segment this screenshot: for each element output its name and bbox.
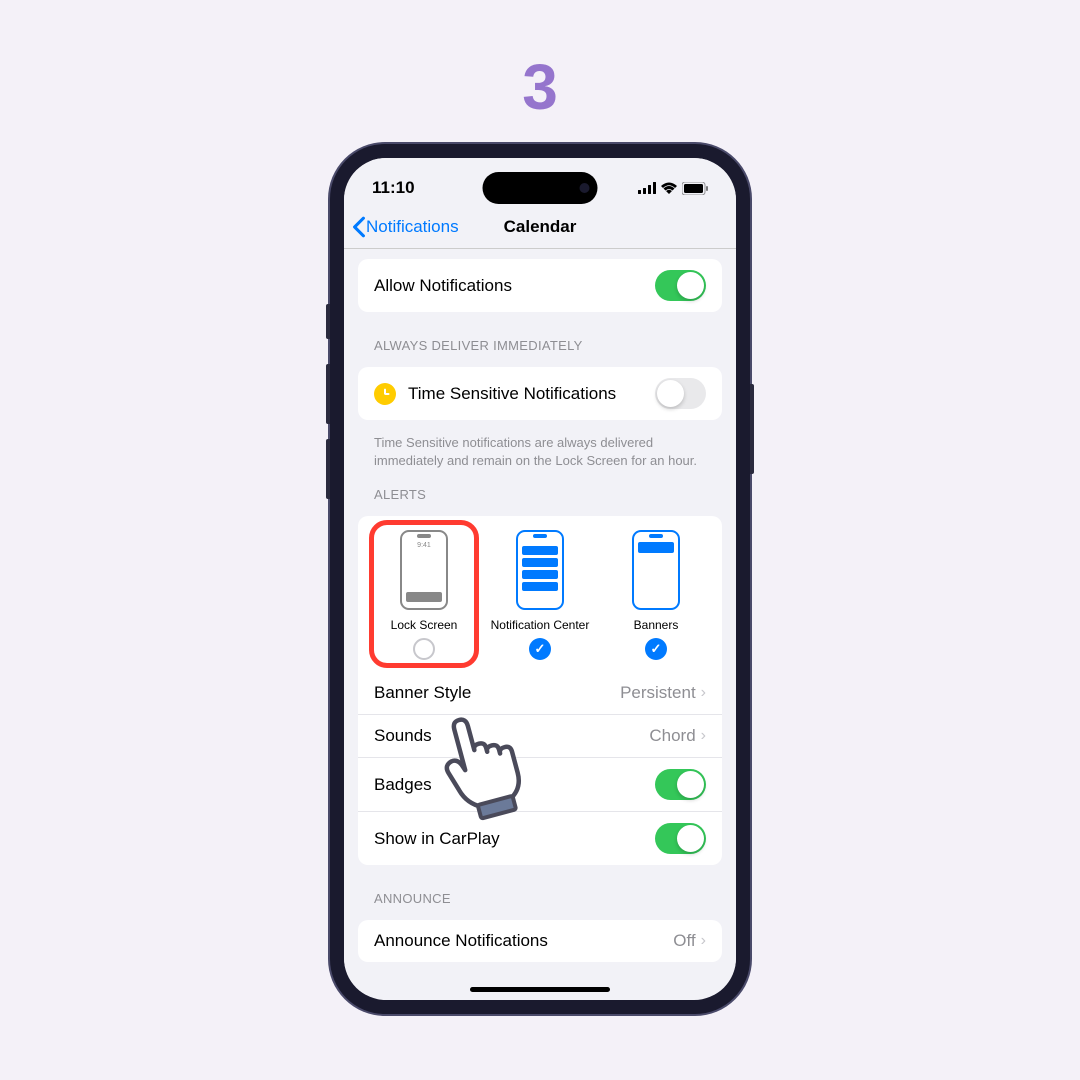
badges-label: Badges (374, 775, 432, 795)
alerts-header: ALERTS (344, 469, 736, 508)
banner-style-label: Banner Style (374, 683, 471, 703)
sounds-row[interactable]: Sounds Chord › (358, 715, 722, 758)
banner-style-row[interactable]: Banner Style Persistent › (358, 672, 722, 715)
chevron-left-icon (352, 216, 366, 238)
step-number: 3 (522, 50, 558, 124)
home-indicator[interactable] (470, 987, 610, 992)
sounds-label: Sounds (374, 726, 432, 746)
back-label: Notifications (366, 217, 459, 237)
time-sensitive-toggle[interactable] (655, 378, 706, 409)
announce-value: Off (673, 931, 695, 951)
notification-center-label: Notification Center (491, 618, 590, 632)
allow-notifications-row[interactable]: Allow Notifications (358, 259, 722, 312)
cellular-icon (638, 182, 656, 194)
time-sensitive-header: ALWAYS DELIVER IMMEDIATELY (344, 320, 736, 359)
phone-power-button (750, 384, 754, 474)
announce-section: Announce Notifications Off › (358, 920, 722, 962)
banner-style-value: Persistent (620, 683, 696, 703)
announce-notifications-row[interactable]: Announce Notifications Off › (358, 920, 722, 962)
banners-checkbox[interactable]: ✓ (645, 638, 667, 660)
allow-notifications-label: Allow Notifications (374, 276, 512, 296)
phone-volume-up (326, 364, 330, 424)
chevron-right-icon: › (701, 727, 706, 745)
nav-bar: Notifications Calendar (344, 208, 736, 249)
time-sensitive-section: Time Sensitive Notifications (358, 367, 722, 420)
check-icon: ✓ (651, 641, 662, 657)
phone-frame: 11:10 (330, 144, 750, 1014)
alerts-row: 9:41 Lock Screen (358, 516, 722, 672)
notification-center-checkbox[interactable]: ✓ (529, 638, 551, 660)
sounds-value: Chord (649, 726, 695, 746)
time-sensitive-label: Time Sensitive Notifications (408, 384, 616, 404)
time-sensitive-row[interactable]: Time Sensitive Notifications (358, 367, 722, 420)
allow-notifications-section: Allow Notifications (358, 259, 722, 312)
chevron-right-icon: › (701, 684, 706, 702)
lock-screen-preview-icon: 9:41 (400, 530, 448, 610)
alert-banners[interactable]: Banners ✓ (599, 530, 714, 660)
notification-center-preview-icon (516, 530, 564, 610)
banners-label: Banners (634, 618, 679, 632)
phone-silent-switch (326, 304, 330, 339)
settings-content[interactable]: Allow Notifications ALWAYS DELIVER IMMED… (344, 249, 736, 995)
battery-icon (682, 182, 708, 195)
back-button[interactable]: Notifications (352, 216, 459, 238)
phone-volume-down (326, 439, 330, 499)
announce-header: ANNOUNCE (344, 873, 736, 912)
alerts-section: 9:41 Lock Screen (358, 516, 722, 865)
carplay-label: Show in CarPlay (374, 829, 500, 849)
badges-toggle[interactable] (655, 769, 706, 800)
status-time: 11:10 (372, 178, 415, 198)
wifi-icon (661, 182, 677, 194)
banners-preview-icon (632, 530, 680, 610)
clock-icon (374, 383, 396, 405)
announce-label: Announce Notifications (374, 931, 548, 951)
alert-notification-center[interactable]: Notification Center ✓ (483, 530, 598, 660)
phone-screen: 11:10 (344, 158, 736, 1000)
status-icons (638, 182, 708, 195)
check-icon: ✓ (535, 641, 546, 657)
chevron-right-icon: › (701, 932, 706, 950)
allow-notifications-toggle[interactable] (655, 270, 706, 301)
dynamic-island (483, 172, 598, 204)
time-sensitive-footer: Time Sensitive notifications are always … (344, 428, 736, 469)
page-title: Calendar (504, 217, 577, 237)
alert-lock-screen[interactable]: 9:41 Lock Screen (367, 530, 482, 660)
carplay-toggle[interactable] (655, 823, 706, 854)
carplay-row[interactable]: Show in CarPlay (358, 812, 722, 865)
badges-row[interactable]: Badges (358, 758, 722, 812)
